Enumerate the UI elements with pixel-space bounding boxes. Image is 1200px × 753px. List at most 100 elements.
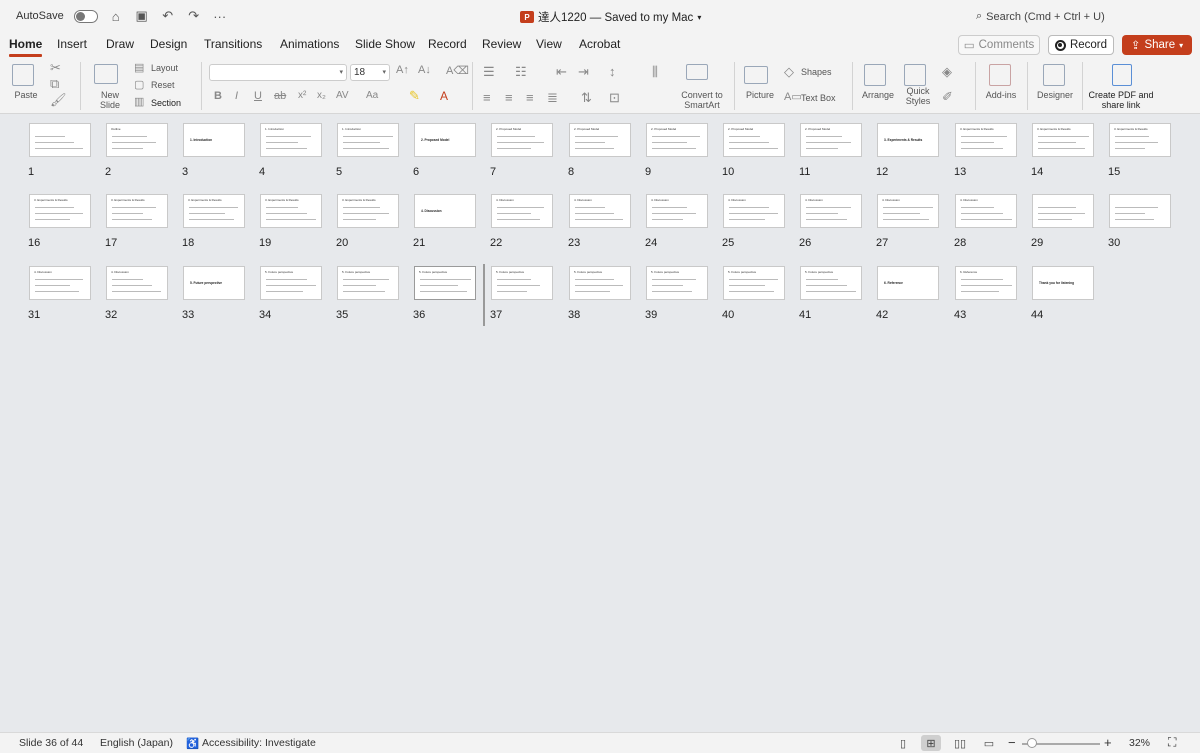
tab-animations[interactable]: Animations bbox=[280, 37, 339, 51]
slide-thumbnail[interactable]: 4. Discussion bbox=[955, 194, 1017, 228]
accessibility-status[interactable]: Accessibility: Investigate bbox=[202, 737, 316, 749]
slide-thumbnail[interactable]: 3. Experiments & Results bbox=[877, 123, 939, 157]
slide-thumbnail[interactable]: 5. Future perspective bbox=[800, 266, 862, 300]
increase-font-icon[interactable]: A↑ bbox=[396, 64, 409, 76]
superscript-icon[interactable]: x² bbox=[298, 90, 306, 101]
numbering-icon[interactable]: ☷ bbox=[515, 64, 527, 80]
slide-sorter-view-button[interactable]: ⊞ bbox=[921, 735, 941, 751]
tab-acrobat[interactable]: Acrobat bbox=[579, 37, 620, 51]
slide-thumbnail[interactable]: 2. Proposed Model bbox=[569, 123, 631, 157]
slide-thumbnail[interactable]: 5. Future perspective bbox=[414, 266, 476, 300]
slide-thumbnail[interactable]: 5. Future perspective bbox=[491, 266, 553, 300]
decrease-font-icon[interactable]: A↓ bbox=[418, 64, 431, 76]
slide-thumbnail[interactable]: 2. Proposed Model bbox=[414, 123, 476, 157]
smartart-icon[interactable] bbox=[686, 64, 708, 80]
slide-thumbnail[interactable]: 5. Future perspective bbox=[183, 266, 245, 300]
tab-review[interactable]: Review bbox=[482, 37, 521, 51]
comments-button[interactable]: ▭ Comments bbox=[958, 35, 1040, 55]
align-right-icon[interactable]: ≡ bbox=[526, 90, 534, 105]
slide-thumbnail[interactable]: 2. Proposed Model bbox=[491, 123, 553, 157]
character-spacing-icon[interactable]: AV bbox=[336, 90, 349, 101]
normal-view-button[interactable]: ▯ bbox=[893, 735, 913, 751]
format-painter-icon[interactable]: 🖌 bbox=[50, 92, 67, 108]
home-icon[interactable]: ⌂ bbox=[108, 9, 124, 24]
line-spacing-icon[interactable]: ↕ bbox=[609, 64, 616, 79]
tab-design[interactable]: Design bbox=[150, 37, 187, 51]
italic-icon[interactable]: I bbox=[235, 90, 238, 102]
slide-thumbnail[interactable]: 5. Future perspective bbox=[260, 266, 322, 300]
slide-thumbnail[interactable]: 4. Discussion bbox=[106, 266, 168, 300]
cut-icon[interactable]: ✂ bbox=[50, 60, 61, 76]
reset-button[interactable]: Reset bbox=[151, 80, 175, 90]
redo-icon[interactable]: ↷ bbox=[186, 8, 202, 23]
zoom-out-icon[interactable]: − bbox=[1008, 735, 1016, 750]
slide-thumbnail[interactable]: 5. Future perspective bbox=[337, 266, 399, 300]
slide-thumbnail[interactable]: 3. Experiments & Results bbox=[337, 194, 399, 228]
justify-icon[interactable]: ≣ bbox=[547, 90, 558, 106]
convert-smartart-button[interactable]: Convert to SmartArt bbox=[676, 90, 728, 110]
slide-thumbnail[interactable] bbox=[29, 123, 91, 157]
new-slide-icon[interactable] bbox=[94, 64, 118, 84]
tab-transitions[interactable]: Transitions bbox=[204, 37, 262, 51]
slide-thumbnail[interactable]: 4. Discussion bbox=[29, 266, 91, 300]
slide-thumbnail[interactable] bbox=[1109, 194, 1171, 228]
text-box-button[interactable]: Text Box bbox=[801, 93, 836, 103]
tab-view[interactable]: View bbox=[536, 37, 562, 51]
columns-icon[interactable]: ⫼ bbox=[652, 64, 658, 80]
shape-outline-icon[interactable]: ✐ bbox=[942, 89, 953, 105]
copy-icon[interactable]: ⧉ bbox=[50, 76, 59, 92]
slide-thumbnail[interactable]: 1. Introduction bbox=[260, 123, 322, 157]
bullets-icon[interactable]: ☰ bbox=[483, 64, 495, 80]
zoom-in-icon[interactable]: + bbox=[1104, 735, 1112, 750]
undo-icon[interactable]: ↶ bbox=[160, 8, 176, 23]
slide-thumbnail[interactable]: 3. Experiments & Results bbox=[29, 194, 91, 228]
bold-icon[interactable]: B bbox=[214, 90, 222, 102]
slide-thumbnail[interactable]: 4. Discussion bbox=[569, 194, 631, 228]
clear-formatting-icon[interactable]: A⌫ bbox=[446, 64, 469, 77]
text-direction-icon[interactable]: ⇅ bbox=[581, 90, 592, 106]
slide-thumbnail[interactable]: 3. Experiments & Results bbox=[1109, 123, 1171, 157]
add-ins-icon[interactable] bbox=[989, 64, 1011, 86]
slide-thumbnail[interactable]: 4. Discussion bbox=[800, 194, 862, 228]
slide-thumbnail[interactable]: 2. Proposed Model bbox=[646, 123, 708, 157]
highlight-icon[interactable]: ✎ bbox=[409, 88, 420, 104]
slide-thumbnail[interactable] bbox=[1032, 194, 1094, 228]
tab-insert[interactable]: Insert bbox=[57, 37, 87, 51]
tab-record[interactable]: Record bbox=[428, 37, 467, 51]
slide-thumbnail[interactable]: Thank you for listening bbox=[1032, 266, 1094, 300]
decrease-indent-icon[interactable]: ⇤ bbox=[556, 64, 567, 80]
subscript-icon[interactable]: x₂ bbox=[317, 90, 326, 101]
slide-thumbnail[interactable]: 3. Experiments & Results bbox=[183, 194, 245, 228]
slide-thumbnail[interactable]: 3. Experiments & Results bbox=[106, 194, 168, 228]
font-family-select[interactable]: ▾ bbox=[209, 64, 347, 81]
slide-thumbnail[interactable]: 3. Experiments & Results bbox=[1032, 123, 1094, 157]
slide-thumbnail[interactable]: 2. Proposed Model bbox=[723, 123, 785, 157]
font-size-select[interactable]: 18 ▾ bbox=[350, 64, 390, 81]
slide-thumbnail[interactable]: 4. Discussion bbox=[723, 194, 785, 228]
slide-thumbnail[interactable]: 4. Discussion bbox=[491, 194, 553, 228]
font-color-icon[interactable]: A bbox=[440, 89, 448, 103]
picture-icon[interactable] bbox=[744, 66, 768, 84]
slide-thumbnail[interactable]: 5. Future perspective bbox=[646, 266, 708, 300]
slide-thumbnail[interactable]: 3. Experiments & Results bbox=[955, 123, 1017, 157]
slide-thumbnail[interactable]: 3. Experiments & Results bbox=[260, 194, 322, 228]
paste-icon[interactable] bbox=[12, 64, 34, 86]
slide-thumbnail[interactable]: 2. Proposed Model bbox=[800, 123, 862, 157]
tab-slide-show[interactable]: Slide Show bbox=[355, 37, 415, 51]
change-case-icon[interactable]: Aa bbox=[366, 90, 378, 101]
arrange-icon[interactable] bbox=[864, 64, 886, 86]
increase-indent-icon[interactable]: ⇥ bbox=[578, 64, 589, 80]
more-icon[interactable]: ··· bbox=[212, 9, 228, 24]
tab-draw[interactable]: Draw bbox=[106, 37, 134, 51]
language-indicator[interactable]: English (Japan) bbox=[100, 737, 173, 749]
slide-thumbnail[interactable]: 6. Reference bbox=[955, 266, 1017, 300]
autosave-toggle[interactable] bbox=[73, 9, 98, 23]
quick-styles-icon[interactable] bbox=[904, 64, 926, 86]
create-pdf-icon[interactable] bbox=[1112, 64, 1132, 86]
designer-icon[interactable] bbox=[1043, 64, 1065, 86]
create-pdf-button[interactable]: Create PDF and share link bbox=[1088, 90, 1154, 110]
align-center-icon[interactable]: ≡ bbox=[505, 90, 513, 105]
tab-home[interactable]: Home bbox=[9, 37, 43, 57]
fit-to-window-icon[interactable]: ⛶ bbox=[1168, 735, 1176, 750]
slide-thumbnail[interactable]: 5. Future perspective bbox=[723, 266, 785, 300]
